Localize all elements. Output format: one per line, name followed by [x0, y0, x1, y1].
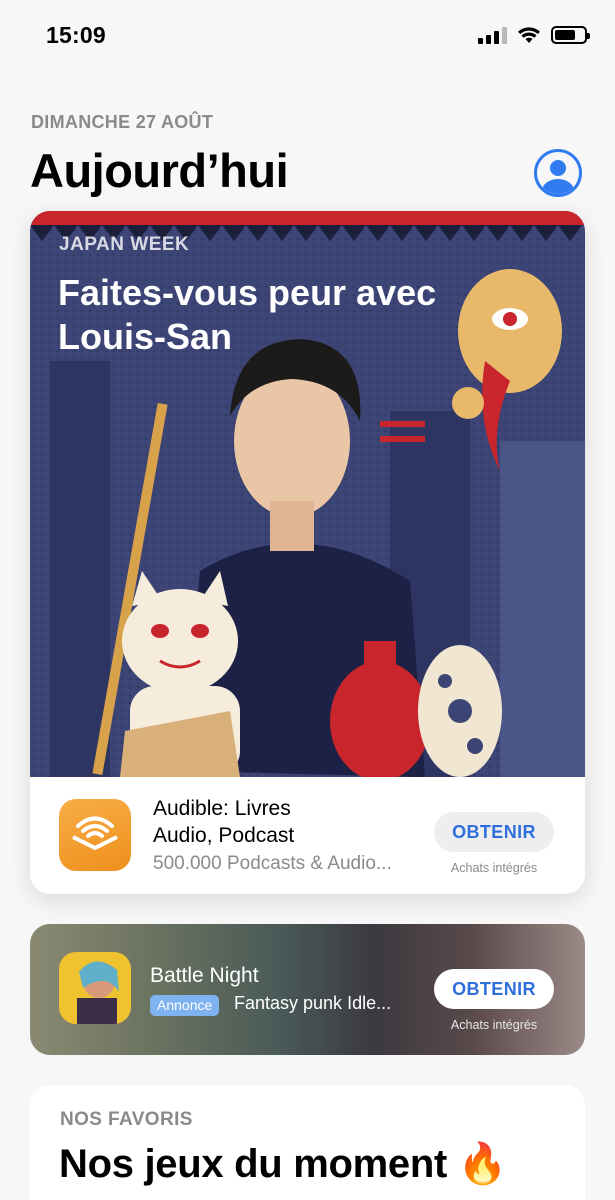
battle-night-app-icon[interactable] — [59, 952, 131, 1024]
feature-app-row[interactable]: Audible: Livres Audio, Podcast 500.000 P… — [30, 777, 585, 894]
app-subtitle: 500.000 Podcasts & Audio... — [153, 853, 392, 874]
get-button[interactable]: OBTENIR — [434, 812, 554, 852]
status-time: 15:09 — [46, 22, 106, 48]
ad-app-name: Battle Night — [150, 964, 259, 987]
ad-badge: Annonce — [150, 995, 220, 1016]
status-bar: 15:09 — [0, 0, 615, 72]
audible-logo-icon — [72, 816, 118, 850]
status-icons — [478, 26, 590, 44]
favorites-card[interactable]: NOS FAVORIS Nos jeux du moment 🔥 — [30, 1085, 585, 1200]
app-name: Audible: Livres Audio, Podcast — [153, 797, 295, 847]
ad-get-button[interactable]: OBTENIR — [434, 969, 554, 1009]
favorites-eyebrow: NOS FAVORIS — [60, 1109, 193, 1130]
feature-story-card[interactable]: JAPAN WEEK Faites-vous peur avec Louis-S… — [30, 211, 585, 894]
date-label: DIMANCHE 27 AOÛT — [31, 112, 214, 132]
ad-card[interactable]: Battle Night Annonce Fantasy punk Idle..… — [30, 924, 585, 1055]
page-title: Aujourd’hui — [30, 144, 289, 197]
ad-description: Fantasy punk Idle... — [234, 993, 392, 1013]
cellular-signal-icon — [478, 26, 507, 44]
ad-in-app-purchases-note: Achats intégrés — [450, 1018, 538, 1032]
favorites-title: Nos jeux du moment 🔥 — [59, 1142, 508, 1186]
story-title: Faites-vous peur avec Louis-San — [58, 272, 437, 357]
audible-app-icon[interactable] — [59, 799, 131, 871]
story-eyebrow: JAPAN WEEK — [59, 234, 190, 255]
in-app-purchases-note: Achats intégrés — [450, 861, 538, 875]
account-icon[interactable] — [534, 149, 582, 197]
battery-icon — [551, 26, 590, 44]
wifi-icon — [518, 27, 540, 43]
